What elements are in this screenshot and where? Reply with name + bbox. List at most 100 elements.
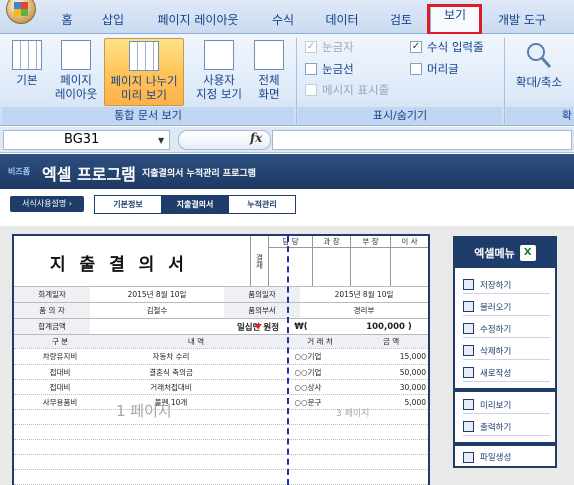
row-category: 접대비 bbox=[49, 367, 71, 377]
print-icon bbox=[463, 421, 474, 432]
app-header: 비즈폼 엑셀 프로그램 지출결의서 누적관리 프로그램 bbox=[0, 154, 574, 189]
tab-formulas[interactable]: 수식 bbox=[266, 10, 300, 30]
table-row: 접대비 거래처접대비 ○○상사 30,000 bbox=[14, 379, 428, 394]
tab-developer[interactable]: 개발 도구 bbox=[490, 10, 554, 30]
tab-page-layout[interactable]: 페이지 레이아웃 bbox=[150, 10, 246, 30]
empty-row-line bbox=[14, 439, 428, 440]
message-bar-label: 메시지 표시줄 bbox=[322, 83, 390, 97]
drafter-label: 품 의 자 bbox=[14, 303, 90, 318]
approval-box-2: 과 장 bbox=[312, 236, 350, 286]
drafter-value: 김철수 bbox=[146, 306, 168, 315]
page-layout-label: 페이지 bbox=[60, 73, 92, 87]
nav-tab-expense-report[interactable]: 지출결의서 bbox=[162, 196, 229, 213]
tab-data[interactable]: 데이터 bbox=[320, 10, 364, 30]
excel-menu-title: 엑셀메뉴 bbox=[474, 247, 515, 260]
excel-menu-panel: 엑셀메뉴 X 저장하기 불러오기 수정하기 삭제하기 새로작성 미리보기 출력하… bbox=[453, 236, 557, 468]
normal-view-button[interactable]: 기본 bbox=[6, 38, 48, 106]
total-prefix: ₩( bbox=[294, 321, 308, 332]
menu-edit[interactable]: 수정하기 bbox=[463, 320, 550, 338]
gridlines-label: 눈금선 bbox=[322, 62, 354, 76]
message-bar-checkbox[interactable]: 메시지 표시줄 bbox=[305, 82, 389, 98]
row-amount: 30,000 bbox=[399, 382, 426, 392]
page-break-preview-icon bbox=[129, 41, 159, 71]
custom-views-label-2: 지정 보기 bbox=[196, 87, 242, 101]
account-date-label: 회계일자 bbox=[14, 287, 90, 302]
approval-head-2: 과 장 bbox=[313, 236, 350, 248]
bizform-logo: 비즈폼 bbox=[8, 167, 31, 176]
headings-checkbox[interactable]: 머리글 bbox=[410, 61, 459, 77]
ruler-label: 눈금자 bbox=[322, 40, 354, 54]
headings-box bbox=[410, 63, 422, 75]
worksheet: 비즈폼 엑셀 프로그램 지출결의서 누적관리 프로그램 서식사용설명 › 기본정… bbox=[0, 154, 574, 485]
formula-input[interactable] bbox=[272, 130, 572, 150]
nav-tab-cumulative[interactable]: 누적관리 bbox=[229, 196, 295, 213]
row-amount: 50,000 bbox=[399, 367, 426, 377]
approval-box-3: 부 장 bbox=[350, 236, 390, 286]
message-bar-box bbox=[305, 84, 317, 96]
ruler-checkbox[interactable]: ✓ 눈금자 bbox=[305, 39, 354, 55]
menu-delete[interactable]: 삭제하기 bbox=[463, 342, 550, 360]
dept-value: 경리부 bbox=[353, 306, 375, 315]
menu-preview[interactable]: 미리보기 bbox=[463, 396, 550, 414]
approval-head-3: 부 장 bbox=[351, 236, 390, 248]
name-box[interactable]: BG31 bbox=[3, 130, 170, 150]
nav-tab-basic-info[interactable]: 기본정보 bbox=[95, 196, 162, 213]
insert-function-icon[interactable]: fx bbox=[250, 131, 262, 145]
table-row: 접대비 결혼식 축의금 ○○기업 50,000 bbox=[14, 364, 428, 379]
info-row-total: 합계금액 일십만 원정 ₩( 100,000 ) bbox=[14, 318, 428, 334]
load-icon bbox=[463, 301, 474, 312]
menu-delete-label: 삭제하기 bbox=[480, 346, 512, 357]
menu-new[interactable]: 새로작성 bbox=[463, 364, 550, 382]
gridlines-checkbox[interactable]: 눈금선 bbox=[305, 61, 354, 77]
edit-icon bbox=[463, 323, 474, 334]
full-screen-button[interactable]: 전체 화면 bbox=[250, 38, 288, 106]
tab-insert[interactable]: 삽입 bbox=[96, 10, 130, 30]
col-header-vendor: 거 래 처 bbox=[307, 337, 333, 346]
menu-preview-label: 미리보기 bbox=[480, 400, 512, 411]
magnifier-icon bbox=[527, 43, 552, 68]
page-break-line[interactable] bbox=[287, 236, 289, 485]
col-header-amount: 금 액 bbox=[382, 337, 400, 346]
approval-box-4: 이 사 bbox=[390, 236, 428, 286]
page-break-preview-button[interactable]: 페이지 나누기 미리 보기 bbox=[104, 38, 184, 106]
menu-save-label: 저장하기 bbox=[480, 280, 512, 291]
formula-bar-checkbox[interactable]: ✓ 수식 입력줄 bbox=[410, 39, 484, 55]
group-zoom: 확 bbox=[506, 107, 574, 124]
usage-guide-label: 서식사용설명 bbox=[22, 199, 67, 208]
folder-icon bbox=[463, 451, 474, 463]
approval-side-label: 결재 bbox=[250, 236, 268, 286]
menu-save[interactable]: 저장하기 bbox=[463, 276, 550, 294]
draft-date-value: 2015년 8월 10일 bbox=[334, 290, 394, 299]
usage-guide-button[interactable]: 서식사용설명 › bbox=[10, 196, 84, 212]
tab-view[interactable]: 보기 bbox=[430, 4, 480, 35]
expense-report-document: 지 출 결 의 서 결재 담 당 과 장 부 장 이 사 회계일자 2015년 … bbox=[12, 234, 430, 485]
col-header-category: 구 분 bbox=[51, 337, 69, 346]
name-box-dropdown-icon[interactable]: ▼ bbox=[158, 136, 164, 145]
tab-review[interactable]: 검토 bbox=[382, 10, 420, 30]
comment-indicator bbox=[254, 324, 262, 329]
menu-create-file[interactable]: 파일생성 bbox=[463, 448, 550, 466]
zoom-button[interactable]: 확대/축소 bbox=[508, 38, 570, 106]
normal-view-icon bbox=[12, 40, 42, 70]
row-amount: 15,000 bbox=[399, 352, 426, 361]
row-vendor: ○○기업 bbox=[294, 367, 322, 377]
empty-row-line bbox=[14, 469, 428, 470]
tab-home[interactable]: 홈 bbox=[52, 10, 82, 30]
menu-print[interactable]: 출력하기 bbox=[463, 418, 550, 436]
group-separator-2 bbox=[504, 38, 505, 124]
info-row-drafter: 품 의 자 김철수 품의부서 경리부 bbox=[14, 302, 428, 318]
menu-load[interactable]: 불러오기 bbox=[463, 298, 550, 316]
page-layout-view-button[interactable]: 페이지 레이아웃 bbox=[50, 38, 102, 106]
custom-views-button[interactable]: 사용자 지정 보기 bbox=[190, 38, 248, 106]
app-subtitle: 지출결의서 누적관리 프로그램 bbox=[142, 169, 256, 179]
group-show-hide: 표시/숨기기 bbox=[298, 107, 502, 124]
menu-separator bbox=[455, 442, 555, 446]
ribbon-tab-bar: 홈 삽입 페이지 레이아웃 수식 데이터 검토 보기 개발 도구 bbox=[0, 0, 574, 35]
empty-row-line bbox=[14, 454, 428, 455]
approval-head-4: 이 사 bbox=[391, 236, 428, 248]
page-3-watermark: 3 페이지 bbox=[336, 409, 370, 419]
office-button[interactable] bbox=[6, 0, 36, 24]
ribbon-view: 기본 페이지 레이아웃 페이지 나누기 미리 보기 사용자 지정 보기 전체 화… bbox=[0, 34, 574, 126]
total-label: 합계금액 bbox=[14, 319, 90, 334]
row-category: 차량유지비 bbox=[42, 352, 78, 361]
